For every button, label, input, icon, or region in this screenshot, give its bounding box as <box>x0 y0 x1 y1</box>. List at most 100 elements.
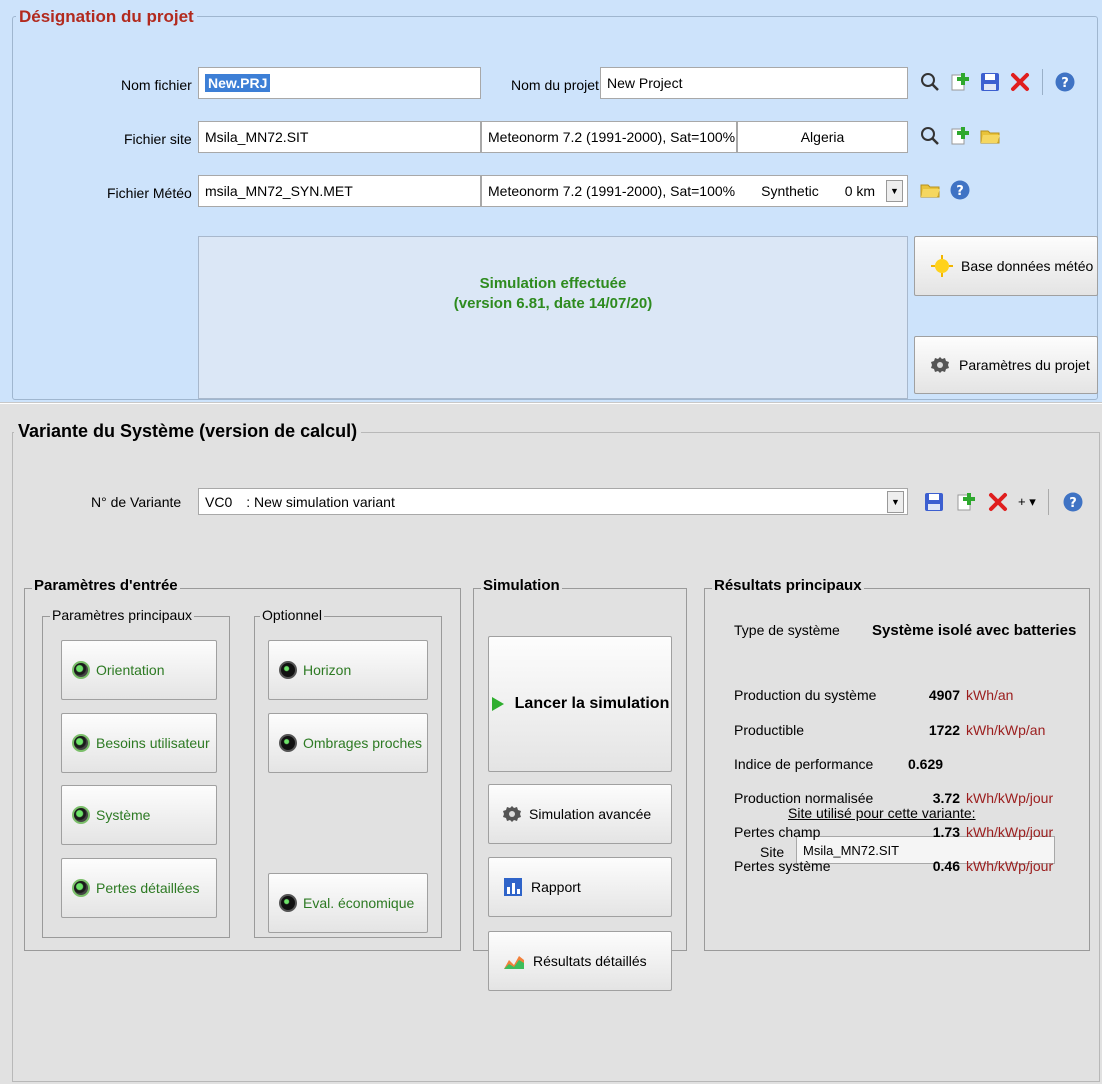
simulation-status-box: Simulation effectuée (version 6.81, date… <box>198 236 908 399</box>
horizon-button[interactable]: Horizon <box>268 640 428 700</box>
horizon-label: Horizon <box>303 662 352 678</box>
project-name-label: Nom du projet <box>511 77 599 93</box>
result-label: Production normalisée <box>734 790 874 806</box>
site-source-field: Meteonorm 7.2 (1991-2000), Sat=100% <box>481 121 737 153</box>
variant-toolbar: + ▾ ? <box>922 489 1085 515</box>
project-panel: Désignation du projet Nom fichier New.PR… <box>0 0 1102 403</box>
folder-icon[interactable] <box>918 178 942 202</box>
status-neutral-icon <box>279 734 297 752</box>
advanced-simulation-button[interactable]: Simulation avancée <box>488 784 672 844</box>
variant-select[interactable]: VC0 : New simulation variant ▼ <box>198 488 908 515</box>
file-name-input[interactable]: New.PRJ <box>198 67 481 99</box>
report-label: Rapport <box>531 879 581 895</box>
main-params-title: Paramètres principaux <box>50 607 195 623</box>
result-value: 0.629 <box>908 756 944 772</box>
meteo-distance: 0 km <box>844 183 876 199</box>
user-needs-button[interactable]: Besoins utilisateur <box>61 713 217 773</box>
result-label: Productible <box>734 722 805 738</box>
user-needs-label: Besoins utilisateur <box>96 735 210 751</box>
file-name-value: New.PRJ <box>205 74 271 92</box>
run-simulation-button[interactable]: Lancer la simulation <box>488 636 672 772</box>
save-icon[interactable] <box>978 70 1002 94</box>
optional-title: Optionnel <box>260 607 324 623</box>
help-icon[interactable]: ? <box>1061 490 1085 514</box>
meteo-select[interactable]: Meteonorm 7.2 (1991-2000), Sat=100% Synt… <box>481 175 908 207</box>
meteo-database-label: Base données météo <box>961 258 1094 274</box>
project-params-button[interactable]: Paramètres du projet <box>914 336 1098 394</box>
result-label: Indice de performance <box>734 756 874 772</box>
chart-icon <box>503 952 525 970</box>
advanced-simulation-label: Simulation avancée <box>529 806 652 822</box>
simulation-version-text: (version 6.81, date 14/07/20) <box>453 294 653 312</box>
detailed-results-label: Résultats détaillés <box>533 953 647 969</box>
status-ok-icon <box>72 734 90 752</box>
result-value: 3.72 <box>932 790 960 806</box>
site-used-heading: Site utilisé pour cette variante: <box>788 805 976 821</box>
meteo-source: Meteonorm 7.2 (1991-2000), Sat=100% <box>488 183 736 199</box>
orientation-label: Orientation <box>96 662 165 678</box>
delete-icon[interactable] <box>986 490 1010 514</box>
result-label: Pertes système <box>734 858 831 874</box>
help-icon[interactable]: ? <box>948 178 972 202</box>
project-section-title: Désignation du projet <box>16 7 197 27</box>
orientation-button[interactable]: Orientation <box>61 640 217 700</box>
project-toolbar: ? <box>918 69 1077 95</box>
near-shadings-label: Ombrages proches <box>303 735 423 751</box>
input-params-title: Paramètres d'entrée <box>32 577 180 594</box>
site-file-label: Fichier site <box>124 131 192 147</box>
near-shadings-button[interactable]: Ombrages proches <box>268 713 428 773</box>
economic-eval-label: Eval. économique <box>303 895 415 911</box>
variant-name-value: : New simulation variant <box>246 493 395 510</box>
delete-icon[interactable] <box>1008 70 1032 94</box>
help-icon[interactable]: ? <box>1053 70 1077 94</box>
variant-section-title: Variante du Système (version de calcul) <box>14 421 362 442</box>
system-type-value: Système isolé avec batteries <box>872 622 1077 639</box>
folder-icon[interactable] <box>978 124 1002 148</box>
svg-text:?: ? <box>956 184 964 199</box>
meteo-file-input[interactable]: msila_MN72_SYN.MET <box>198 175 481 207</box>
plus-menu-button[interactable]: + ▾ <box>1018 494 1036 510</box>
toolbar-divider <box>1047 489 1049 515</box>
add-icon[interactable] <box>948 124 972 148</box>
status-ok-icon <box>72 879 90 897</box>
report-button[interactable]: Rapport <box>488 857 672 917</box>
status-ok-icon <box>72 661 90 679</box>
sun-icon <box>931 255 953 277</box>
result-unit: kWh/kWp/an <box>966 722 1046 738</box>
site-file-input[interactable]: Msila_MN72.SIT <box>198 121 481 153</box>
save-icon[interactable] <box>922 490 946 514</box>
result-unit: kWh/kWp/jour <box>966 790 1054 806</box>
chevron-down-icon[interactable]: ▼ <box>887 490 904 513</box>
svg-text:?: ? <box>1061 76 1069 91</box>
variant-panel: Variante du Système (version de calcul) … <box>0 404 1102 1084</box>
meteo-file-label: Fichier Météo <box>107 185 192 201</box>
result-unit: kWh/an <box>966 687 1014 703</box>
system-button[interactable]: Système <box>61 785 217 845</box>
result-value: 0.46 <box>932 858 960 874</box>
chevron-down-icon[interactable]: ▼ <box>886 180 903 202</box>
site-country-field: Algeria <box>737 121 908 153</box>
file-name-label: Nom fichier <box>121 77 192 93</box>
search-icon[interactable] <box>918 124 942 148</box>
system-type-label: Type de système <box>734 622 840 638</box>
result-value: 4907 <box>928 687 960 703</box>
detailed-results-button[interactable]: Résultats détaillés <box>488 931 672 991</box>
detailed-losses-label: Pertes détaillées <box>96 880 200 896</box>
detailed-losses-button[interactable]: Pertes détaillées <box>61 858 217 918</box>
economic-eval-button[interactable]: Eval. économique <box>268 873 428 933</box>
status-neutral-icon <box>279 894 297 912</box>
search-icon[interactable] <box>918 70 942 94</box>
add-icon[interactable] <box>954 490 978 514</box>
system-label: Système <box>96 807 151 823</box>
result-label: Pertes champ <box>734 824 821 840</box>
meteo-database-button[interactable]: Base données météo <box>914 236 1098 296</box>
project-params-label: Paramètres du projet <box>959 357 1090 373</box>
add-icon[interactable] <box>948 70 972 94</box>
variant-number-label: N° de Variante <box>91 494 182 510</box>
simulation-title: Simulation <box>481 577 562 594</box>
gear-icon <box>931 356 949 374</box>
simulation-status-text: Simulation effectuée <box>479 274 627 292</box>
meteo-toolbar: ? <box>918 178 972 202</box>
project-name-input[interactable]: New Project <box>600 67 908 99</box>
status-ok-icon <box>72 806 90 824</box>
